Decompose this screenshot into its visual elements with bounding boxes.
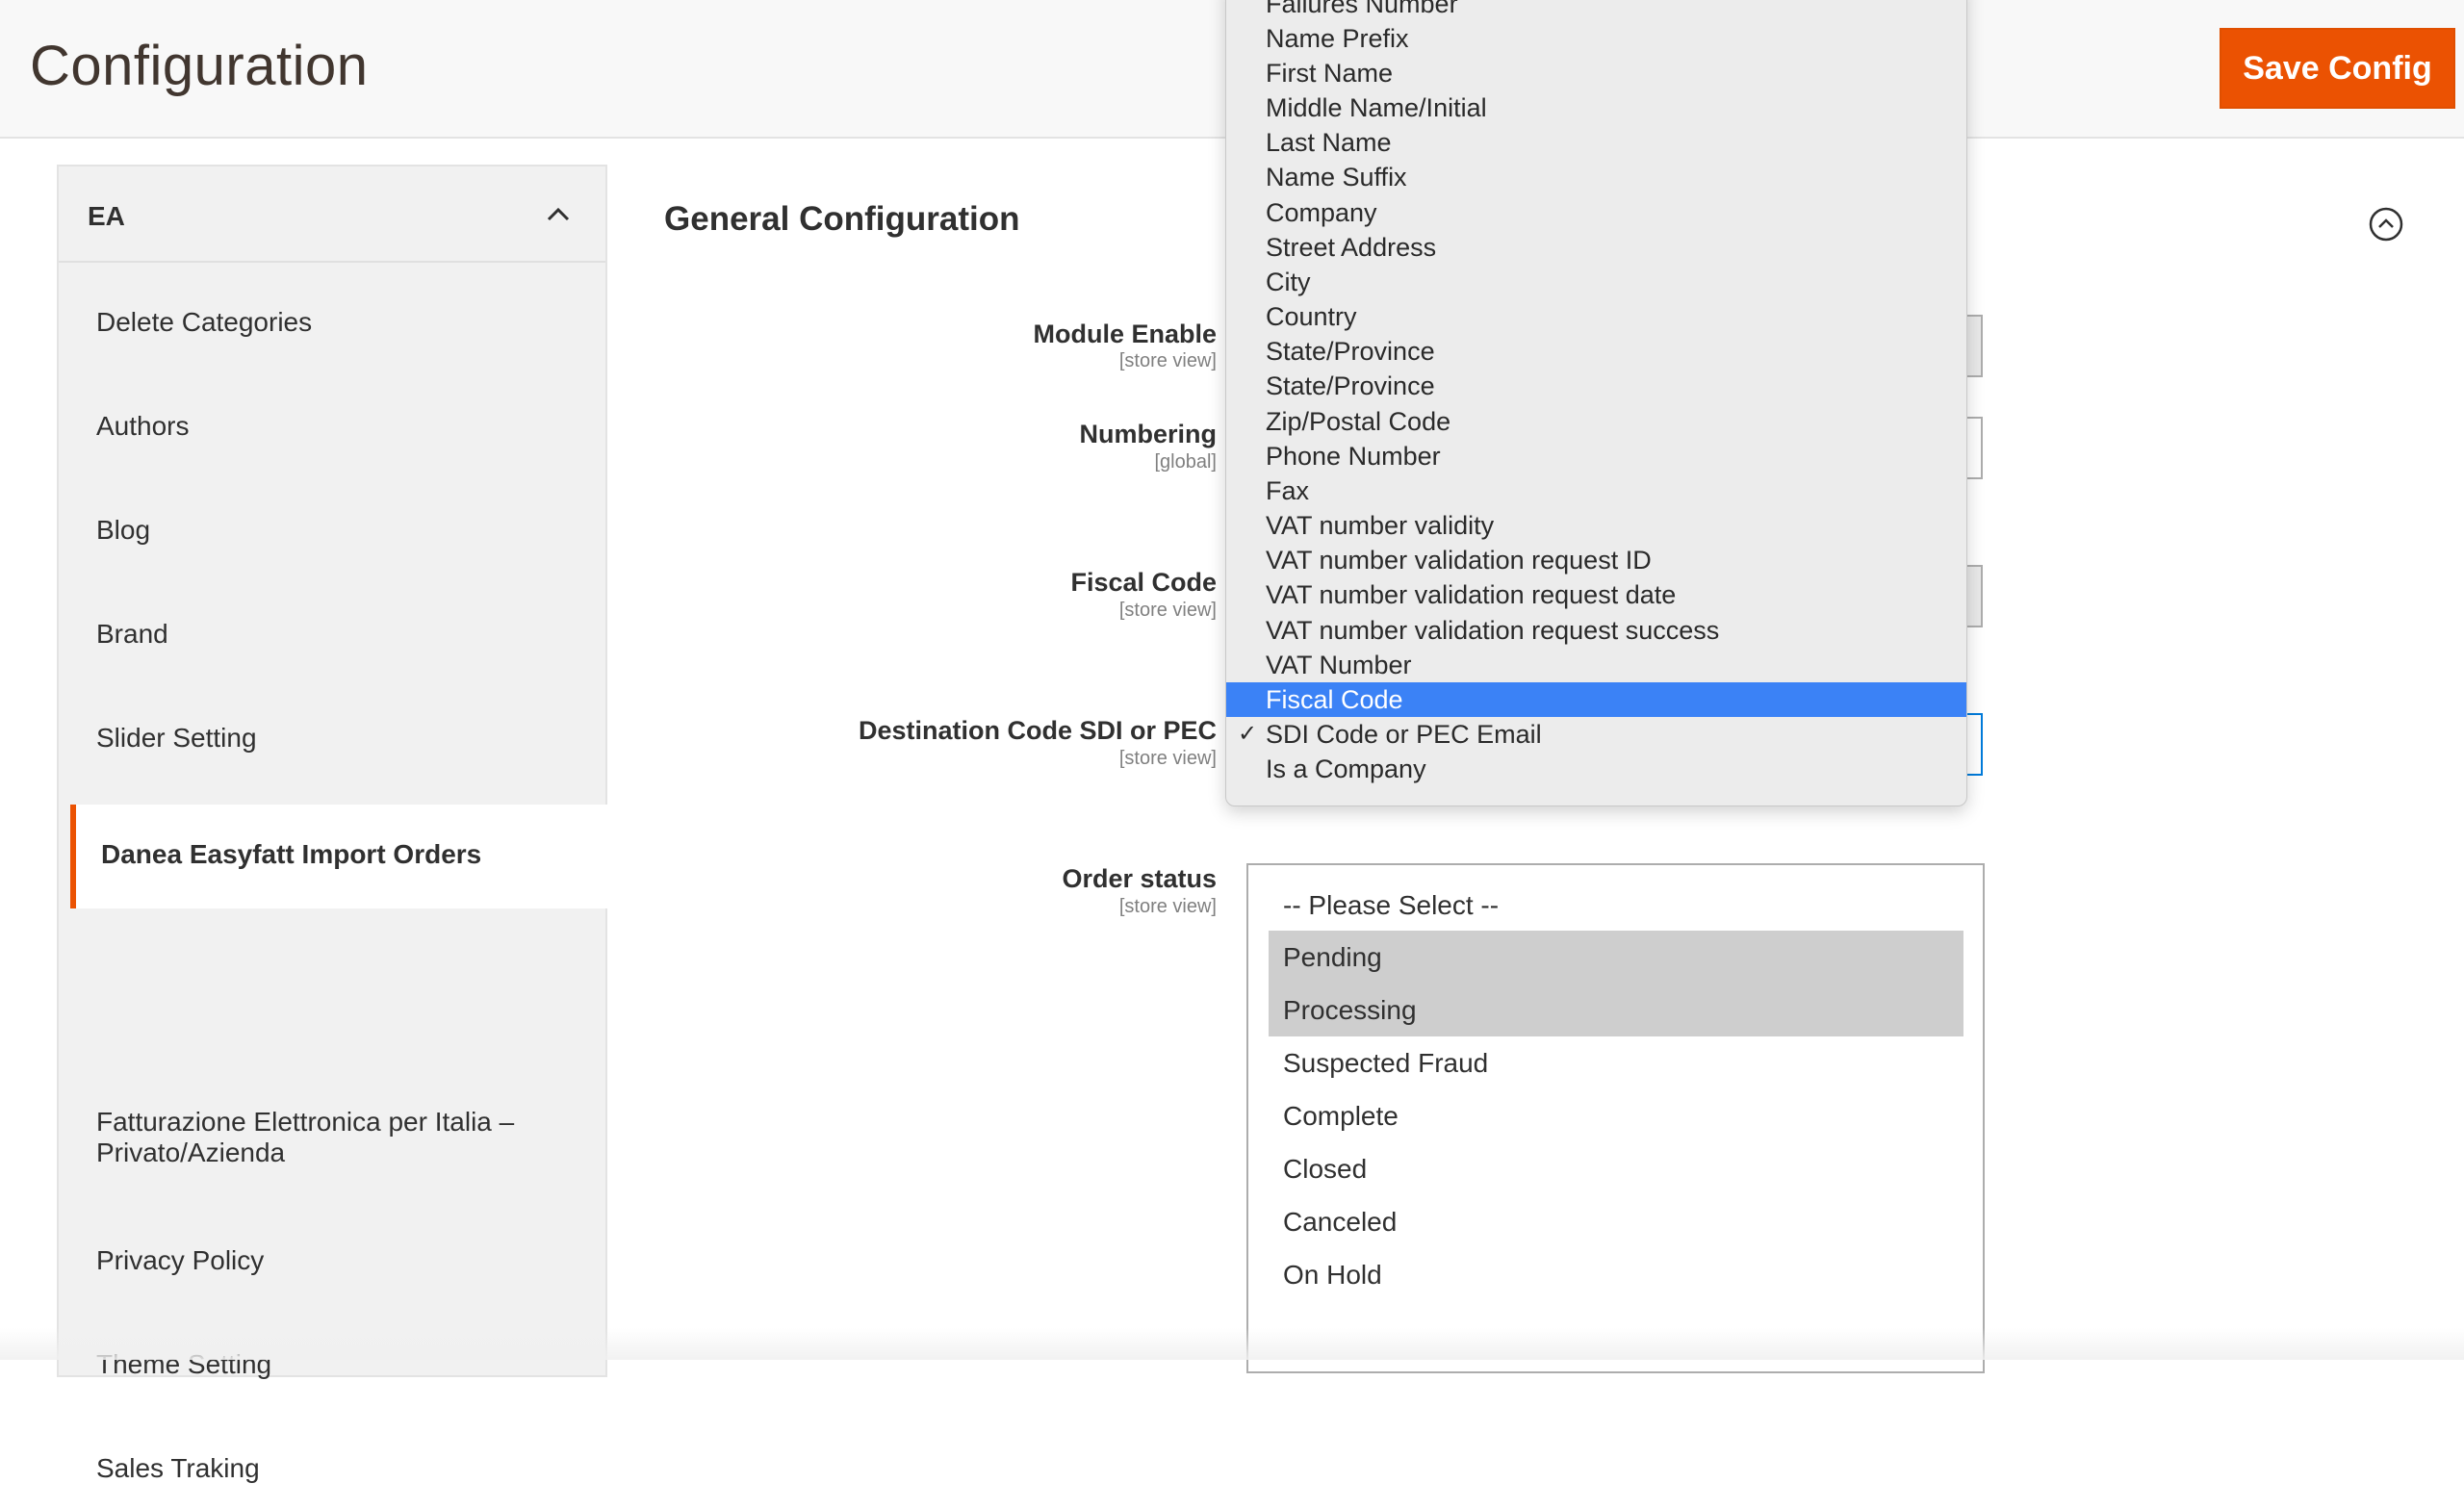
- sidebar-group-title: EA: [88, 201, 125, 231]
- dropdown-option[interactable]: Fax: [1226, 473, 1966, 508]
- dropdown-option[interactable]: Company: [1226, 195, 1966, 230]
- dropdown-option[interactable]: VAT number validation request success: [1226, 613, 1966, 648]
- sidebar-item-blog[interactable]: Blog: [59, 471, 605, 575]
- config-sidebar: EA Delete Categories Authors Blog Brand …: [57, 165, 607, 1483]
- field-label-numbering: Numbering: [1079, 420, 1217, 448]
- sidebar-item-label: Danea Easyfatt Import Orders: [101, 839, 482, 869]
- dropdown-option-selected[interactable]: ✓ SDI Code or PEC Email: [1226, 717, 1966, 752]
- sidebar-item-danea-easyfatt-import-orders[interactable]: Danea Easyfatt Import Orders: [70, 805, 607, 908]
- order-status-option[interactable]: Canceled: [1269, 1195, 1964, 1248]
- page-title: Configuration: [30, 35, 369, 97]
- order-status-option[interactable]: -- Please Select --: [1269, 879, 1964, 932]
- order-status-option[interactable]: Pending: [1269, 931, 1964, 984]
- sidebar-item-delete-categories[interactable]: Delete Categories: [59, 263, 605, 367]
- sidebar-item-label: Authors: [96, 411, 190, 441]
- dropdown-option[interactable]: VAT number validation request ID: [1226, 543, 1966, 577]
- dropdown-option[interactable]: Name Prefix: [1226, 21, 1966, 56]
- sidebar-item-authors[interactable]: Authors: [59, 367, 605, 471]
- dropdown-option[interactable]: Phone Number: [1226, 439, 1966, 473]
- field-label-module-enable: Module Enable: [1033, 320, 1217, 348]
- sidebar-item-brand[interactable]: Brand: [59, 575, 605, 678]
- sidebar-item-slider-setting[interactable]: Slider Setting: [59, 678, 605, 805]
- sidebar-item-label: Privacy Policy: [96, 1245, 265, 1275]
- dropdown-option[interactable]: First Name: [1226, 56, 1966, 90]
- dropdown-option[interactable]: Middle Name/Initial: [1226, 90, 1966, 125]
- dropdown-option[interactable]: Street Address: [1226, 230, 1966, 265]
- order-status-option[interactable]: Complete: [1269, 1089, 1964, 1142]
- dropdown-option[interactable]: Name Suffix: [1226, 160, 1966, 194]
- sidebar-group-header-ea[interactable]: EA: [59, 166, 605, 263]
- sidebar-item-sales-traking[interactable]: Sales Traking: [59, 1405, 605, 1509]
- dropdown-option[interactable]: Last Name: [1226, 125, 1966, 160]
- dropdown-option[interactable]: State/Province: [1226, 334, 1966, 369]
- checkmark-icon: ✓: [1238, 721, 1258, 747]
- field-label-order-status: Order status: [1062, 864, 1217, 893]
- sidebar-item-label: Blog: [96, 515, 151, 545]
- save-config-button[interactable]: Save Config: [2220, 28, 2455, 109]
- chevron-up-icon: [547, 207, 570, 221]
- sidebar-item-label: Delete Categories: [96, 307, 313, 337]
- scope-label: [global]: [1154, 451, 1218, 473]
- order-status-option[interactable]: Processing: [1269, 984, 1964, 1036]
- scope-label: [store view]: [1118, 600, 1217, 621]
- sidebar-item-theme-setting[interactable]: Theme Setting: [59, 1301, 605, 1405]
- dropdown-option[interactable]: Failures Number: [1226, 0, 1966, 21]
- collapse-section-icon[interactable]: [2368, 206, 2404, 243]
- dropdown-option[interactable]: Is a Company: [1226, 752, 1966, 786]
- sidebar-item-label: Slider Setting: [96, 723, 257, 753]
- order-status-option[interactable]: On Hold: [1269, 1248, 1964, 1301]
- scope-label: [store view]: [1118, 748, 1217, 769]
- dropdown-option[interactable]: Zip/Postal Code: [1226, 404, 1966, 439]
- order-status-multiselect[interactable]: -- Please Select -- Pending Processing S…: [1246, 863, 1985, 1373]
- dropdown-option-label: SDI Code or PEC Email: [1266, 720, 1542, 749]
- dropdown-option[interactable]: Country: [1226, 299, 1966, 334]
- order-status-option[interactable]: Closed: [1269, 1142, 1964, 1195]
- field-label-fiscal-code: Fiscal Code: [1070, 568, 1217, 597]
- sidebar-item-label: Brand: [96, 619, 168, 649]
- field-label-destination-code: Destination Code SDI or PEC: [858, 716, 1217, 745]
- order-status-option[interactable]: Suspected Fraud: [1269, 1036, 1964, 1089]
- dropdown-option[interactable]: VAT number validation request date: [1226, 577, 1966, 612]
- dropdown-option[interactable]: State/Province: [1226, 369, 1966, 403]
- dropdown-option[interactable]: VAT Number: [1226, 648, 1966, 682]
- destination-code-dropdown-list[interactable]: Failures Number Name Prefix First Name M…: [1225, 0, 1967, 806]
- scope-label: [store view]: [1118, 896, 1217, 917]
- sidebar-item-label: Theme Setting: [96, 1349, 272, 1379]
- section-title: General Configuration: [664, 200, 1020, 238]
- sidebar-item-fatturazione-elettronica[interactable]: Fatturazione Elettronica per Italia – Pr…: [59, 910, 605, 1167]
- dropdown-option-highlighted[interactable]: Fiscal Code: [1226, 682, 1966, 717]
- scope-label: [store view]: [1118, 350, 1217, 371]
- sidebar-item-privacy-policy[interactable]: Privacy Policy: [59, 1197, 605, 1301]
- sidebar-item-label: Sales Traking: [96, 1453, 260, 1483]
- dropdown-option[interactable]: VAT number validity: [1226, 508, 1966, 543]
- sidebar-item-label: Fatturazione Elettronica per Italia – Pr…: [96, 1107, 515, 1167]
- dropdown-option[interactable]: City: [1226, 265, 1966, 299]
